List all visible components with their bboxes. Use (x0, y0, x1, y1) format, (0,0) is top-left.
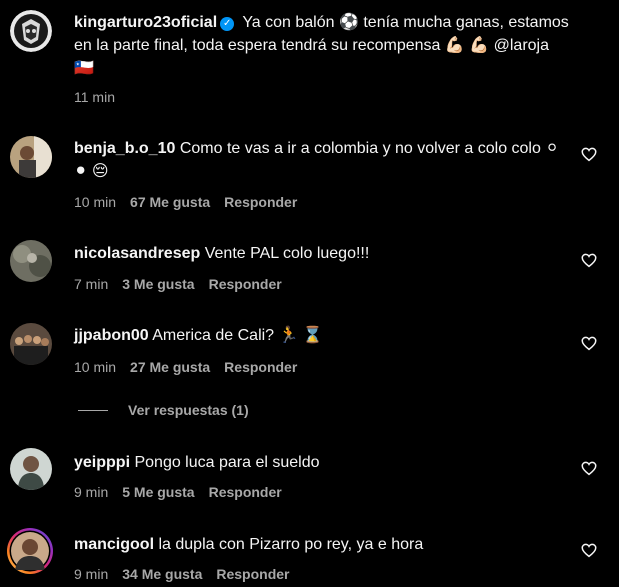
comment-text-block: jjpabon00 America de Cali? 🏃 ⌛ (74, 324, 569, 347)
comment-likes[interactable]: 3 Me gusta (122, 276, 194, 292)
comment-time: 9 min (74, 484, 109, 500)
like-comment-button[interactable] (580, 541, 598, 559)
comment-username[interactable]: nicolasandresep (74, 245, 200, 262)
comments-panel: kingarturo23oficial ✓ Ya con balón ⚽ tení… (0, 0, 619, 587)
post-author-avatar[interactable] (10, 10, 52, 52)
view-replies-label: Ver respuestas (1) (128, 402, 249, 418)
comment-username[interactable]: jjpabon00 (74, 327, 149, 344)
commenter-avatar-story-ring[interactable] (7, 528, 53, 574)
reply-button[interactable]: Responder (209, 276, 282, 292)
comment-time: 10 min (74, 194, 117, 210)
comment-meta: 10 min 67 Me gusta Responder (74, 194, 311, 210)
comment-time: 9 min (74, 566, 109, 582)
like-comment-button[interactable] (580, 334, 598, 352)
verified-badge-icon: ✓ (220, 17, 235, 31)
reply-button[interactable]: Responder (224, 194, 297, 210)
heart-outline-icon (581, 336, 597, 351)
comment-likes[interactable]: 67 Me gusta (130, 194, 210, 210)
avatar-image (10, 10, 52, 52)
reply-button[interactable]: Responder (209, 484, 282, 500)
heart-outline-icon (581, 147, 597, 162)
comment-username[interactable]: benja_b.o_10 (74, 140, 175, 157)
comment-meta: 9 min 34 Me gusta Responder (74, 566, 304, 582)
comment-username[interactable]: mancigool (74, 536, 154, 553)
commenter-avatar[interactable] (10, 136, 52, 178)
comment-meta: 9 min 5 Me gusta Responder (74, 484, 296, 500)
comment-body: Pongo luca para el sueldo (134, 454, 320, 471)
comment-time: 10 min (74, 359, 117, 375)
post-caption: kingarturo23oficial ✓ Ya con balón ⚽ tení… (74, 11, 569, 80)
comment-username[interactable]: yeipppi (74, 454, 130, 471)
avatar-image (10, 240, 52, 282)
avatar-image (10, 136, 52, 178)
comment-likes[interactable]: 5 Me gusta (122, 484, 194, 500)
replies-divider (78, 410, 108, 411)
comment-text-block: yeipppi Pongo luca para el sueldo (74, 451, 569, 474)
heart-outline-icon (581, 253, 597, 268)
comment-meta: 7 min 3 Me gusta Responder (74, 276, 296, 292)
reply-button[interactable]: Responder (216, 566, 289, 582)
comment-time: 7 min (74, 276, 109, 292)
reply-button[interactable]: Responder (224, 359, 297, 375)
avatar-image (10, 448, 52, 490)
commenter-avatar[interactable] (10, 323, 52, 365)
avatar-image (9, 530, 51, 572)
comment-text-block: mancigool la dupla con Pizarro po rey, y… (74, 533, 569, 556)
heart-outline-icon (581, 461, 597, 476)
post-time: 11 min (74, 89, 115, 105)
post-author-username[interactable]: kingarturo23oficial (74, 14, 217, 31)
comment-body: Vente PAL colo luego!!! (204, 245, 370, 262)
view-replies-button[interactable]: Ver respuestas (1) (78, 402, 249, 418)
heart-outline-icon (581, 543, 597, 558)
comment-meta: 10 min 27 Me gusta Responder (74, 359, 311, 375)
post-meta: 11 min (74, 89, 129, 105)
comment-text-block: nicolasandresep Vente PAL colo luego!!! (74, 242, 569, 265)
like-comment-button[interactable] (580, 145, 598, 163)
comment-body: la dupla con Pizarro po rey, ya e hora (158, 536, 424, 553)
like-comment-button[interactable] (580, 459, 598, 477)
comment-text-block: benja_b.o_10 Como te vas a ir a colombia… (74, 137, 569, 183)
comment-body: America de Cali? 🏃 ⌛ (152, 327, 323, 344)
comment-likes[interactable]: 34 Me gusta (122, 566, 202, 582)
commenter-avatar[interactable] (10, 448, 52, 490)
comment-likes[interactable]: 27 Me gusta (130, 359, 210, 375)
like-comment-button[interactable] (580, 251, 598, 269)
commenter-avatar[interactable] (10, 240, 52, 282)
avatar-image (10, 323, 52, 365)
